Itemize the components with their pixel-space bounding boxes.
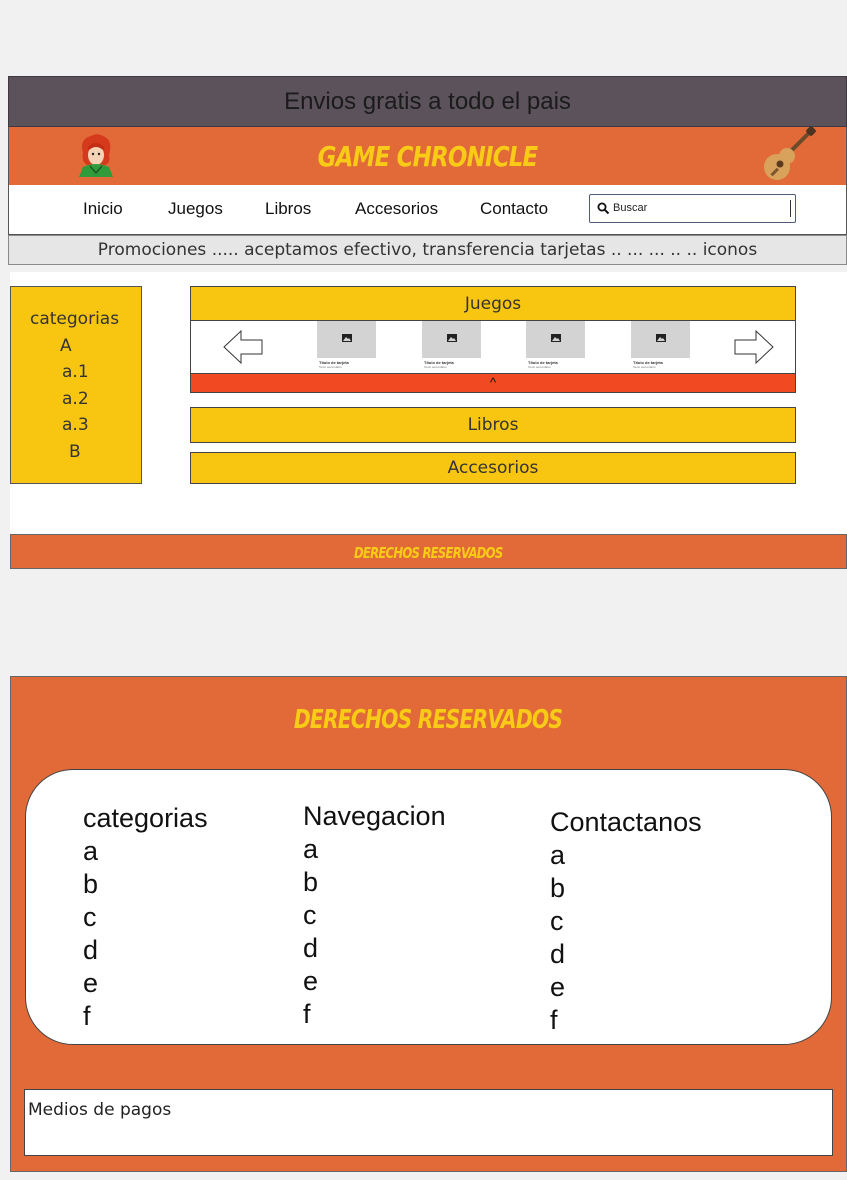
footer-column-navegacion: Navegacion a b c d e f bbox=[303, 800, 446, 1031]
shipping-banner: Envios gratis a todo el pais bbox=[8, 76, 847, 127]
footer-link[interactable]: c bbox=[83, 901, 208, 934]
footer-title: DERECHOS RESERVADOS bbox=[11, 703, 846, 735]
footer-link[interactable]: e bbox=[83, 967, 208, 1000]
payment-methods-label: Medios de pagos bbox=[28, 1100, 172, 1120]
footer-column-heading: Navegacion bbox=[303, 801, 446, 831]
footer-link[interactable]: d bbox=[550, 938, 702, 971]
footer-column-heading: Contactanos bbox=[550, 807, 702, 837]
footer-link[interactable]: a bbox=[83, 835, 208, 868]
carousel-collapse-bar[interactable]: ^ bbox=[190, 373, 796, 393]
image-icon bbox=[422, 321, 481, 358]
footer-link[interactable]: f bbox=[550, 1004, 702, 1037]
categories-sidebar: categorias A a.1 a.2 a.3 B bbox=[10, 286, 142, 484]
brand-title[interactable]: GAME CHRONICLE bbox=[84, 140, 770, 173]
footer-link[interactable]: a bbox=[550, 839, 702, 872]
section-books[interactable]: Libros bbox=[190, 407, 796, 443]
promo-bar: Promociones ..... aceptamos efectivo, tr… bbox=[8, 235, 847, 265]
product-card[interactable]: Título de tarjeta Texto secundario bbox=[526, 321, 585, 371]
sidebar-item-a1[interactable]: a.1 bbox=[62, 362, 89, 382]
collapse-caret: ^ bbox=[489, 375, 497, 390]
text-caret bbox=[790, 200, 791, 217]
section-accessories-label: Accesorios bbox=[447, 458, 539, 478]
arrow-left-icon[interactable] bbox=[223, 329, 263, 365]
main-nav: Inicio Juegos Libros Accesorios Contacto… bbox=[8, 185, 847, 235]
footer-link[interactable]: c bbox=[303, 899, 446, 932]
sidebar-title: categorias bbox=[30, 309, 120, 329]
footer-column-contactanos: Contactanos a b c d e f bbox=[550, 806, 702, 1037]
footer-link[interactable]: f bbox=[83, 1000, 208, 1033]
promo-text: Promociones ..... aceptamos efectivo, tr… bbox=[97, 240, 758, 260]
section-books-label: Libros bbox=[467, 415, 519, 435]
product-card[interactable]: Título de tarjeta Texto secundario bbox=[631, 321, 690, 371]
search-input[interactable]: Buscar bbox=[589, 194, 796, 223]
footer-link[interactable]: b bbox=[303, 866, 446, 899]
product-card[interactable]: Título de tarjeta Texto secundario bbox=[317, 321, 376, 371]
image-icon bbox=[526, 321, 585, 358]
footer-title-text: DERECHOS RESERVADOS bbox=[294, 705, 563, 735]
payment-methods: Medios de pagos bbox=[24, 1089, 833, 1156]
footer-column-heading: categorias bbox=[83, 803, 208, 833]
sidebar-item-a[interactable]: A bbox=[60, 336, 72, 356]
nav-item-accesorios[interactable]: Accesorios bbox=[355, 199, 438, 219]
footer-column-categorias: categorias a b c d e f bbox=[83, 802, 208, 1033]
arrow-right-icon[interactable] bbox=[734, 329, 774, 365]
footer-link[interactable]: e bbox=[550, 971, 702, 1004]
site-header: GAME CHRONICLE bbox=[8, 126, 847, 185]
games-carousel: Título de tarjeta Texto secundario Títul… bbox=[190, 321, 796, 373]
search-placeholder: Buscar bbox=[613, 202, 648, 214]
section-games[interactable]: Juegos bbox=[190, 286, 796, 321]
nav-item-inicio[interactable]: Inicio bbox=[83, 199, 123, 219]
card-subtitle: Texto secundario bbox=[319, 365, 342, 369]
shipping-banner-text: Envios gratis a todo el pais bbox=[284, 87, 571, 115]
footer-link[interactable]: b bbox=[550, 872, 702, 905]
image-icon bbox=[631, 321, 690, 358]
card-subtitle: Texto secundario bbox=[633, 365, 656, 369]
nav-item-contacto[interactable]: Contacto bbox=[480, 199, 548, 219]
footer-links-card: categorias a b c d e f Navegacion a b c … bbox=[25, 769, 832, 1045]
product-card[interactable]: Título de tarjeta Texto secundario bbox=[422, 321, 481, 371]
sidebar-item-b[interactable]: B bbox=[69, 442, 81, 462]
footer-link[interactable]: e bbox=[303, 965, 446, 998]
footer-small: DERECHOS RESERVADOS bbox=[10, 534, 847, 569]
footer-link[interactable]: f bbox=[303, 998, 446, 1031]
nav-item-libros[interactable]: Libros bbox=[265, 199, 311, 219]
card-subtitle: Texto secundario bbox=[424, 365, 447, 369]
footer-link[interactable]: a bbox=[303, 833, 446, 866]
footer-link[interactable]: d bbox=[83, 934, 208, 967]
section-accessories[interactable]: Accesorios bbox=[190, 452, 796, 484]
sidebar-item-a3[interactable]: a.3 bbox=[62, 415, 89, 435]
footer-link[interactable]: c bbox=[550, 905, 702, 938]
guitar-icon bbox=[757, 126, 817, 183]
sidebar-item-a2[interactable]: a.2 bbox=[62, 389, 89, 409]
nav-item-juegos[interactable]: Juegos bbox=[168, 199, 223, 219]
footer-link[interactable]: b bbox=[83, 868, 208, 901]
site-footer: DERECHOS RESERVADOS categorias a b c d e… bbox=[10, 676, 847, 1172]
card-subtitle: Texto secundario bbox=[528, 365, 551, 369]
footer-small-text: DERECHOS RESERVADOS bbox=[354, 544, 503, 562]
image-icon bbox=[317, 321, 376, 358]
search-icon bbox=[597, 202, 610, 215]
section-games-label: Juegos bbox=[464, 293, 522, 314]
footer-link[interactable]: d bbox=[303, 932, 446, 965]
